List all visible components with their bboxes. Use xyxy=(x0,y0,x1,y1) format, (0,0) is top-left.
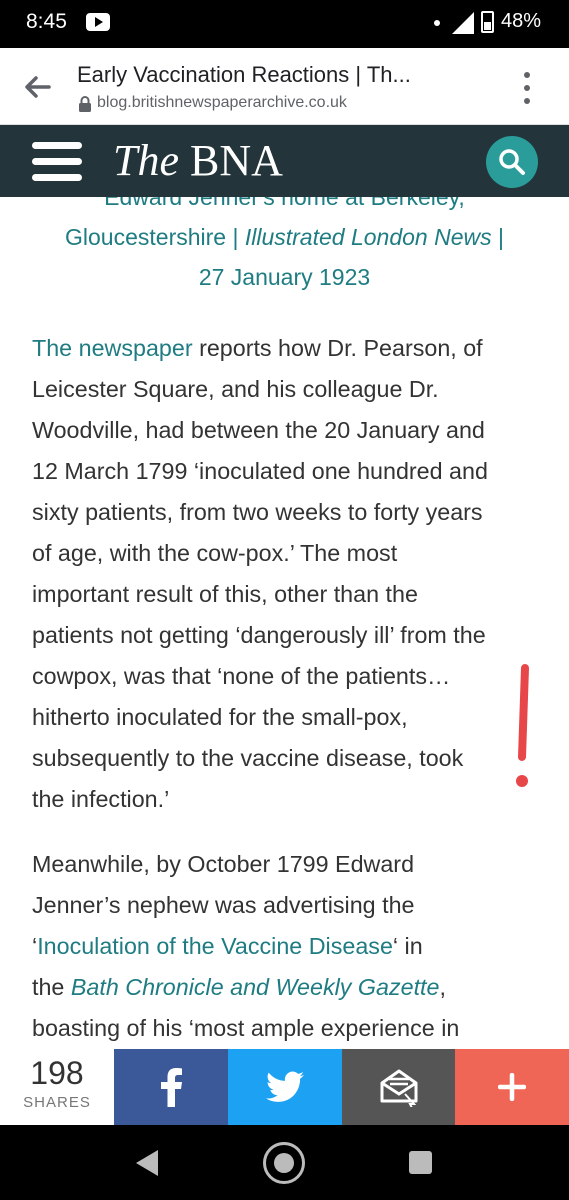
paragraph-text: the xyxy=(32,974,71,1000)
battery-percent: 48% xyxy=(501,10,542,32)
logo-the: The xyxy=(113,136,179,185)
more-share-button[interactable] xyxy=(455,1049,569,1125)
paragraph-text: 12 March 1799 ‘inoculated one hundred an… xyxy=(32,458,488,484)
search-icon xyxy=(499,149,525,175)
red-exclamation-annotation xyxy=(516,664,529,787)
inoculation-link[interactable]: Inoculation of the Vaccine Disease xyxy=(37,933,393,959)
paragraph-text: , xyxy=(439,974,446,1000)
paragraph-text: cowpox, was that ‘none of the patients… xyxy=(32,663,451,689)
hamburger-icon[interactable] xyxy=(32,141,82,181)
caption-line: Gloucestershire | Illustrated London New… xyxy=(0,217,569,257)
email-icon xyxy=(380,1069,418,1107)
twitter-icon xyxy=(266,1071,304,1102)
paragraph-text: Meanwhile, by October 1799 Edward xyxy=(32,851,415,877)
site-header: The BNA xyxy=(0,125,569,197)
paragraph-text: of age, with the cow-pox.’ The most xyxy=(32,540,398,566)
paragraph-text: reports how Dr. Pearson, of xyxy=(192,335,483,361)
article-content: Edward Jenner's home at Berkeley, Glouce… xyxy=(0,197,569,1049)
bath-chronicle-link[interactable]: Bath Chronicle and Weekly Gazette xyxy=(71,974,440,1000)
article-paragraph: The newspaper reports how Dr. Pearson, o… xyxy=(32,328,542,820)
paragraph-text: Woodville, had between the 20 January an… xyxy=(32,417,485,443)
article-paragraph: Meanwhile, by October 1799 Edward Jenner… xyxy=(32,844,542,1049)
nav-back-icon[interactable] xyxy=(136,1150,158,1176)
caption-publication: Illustrated London News xyxy=(244,224,492,250)
nav-recents-icon[interactable] xyxy=(409,1151,432,1174)
battery-icon xyxy=(481,11,494,33)
newspaper-link[interactable]: The newspaper xyxy=(32,335,193,361)
status-bar: 8:45 48% xyxy=(0,0,569,48)
share-label: SHARES xyxy=(23,1094,91,1111)
twitter-share-button[interactable] xyxy=(228,1049,342,1125)
facebook-share-button[interactable] xyxy=(114,1049,228,1125)
signal-icon xyxy=(452,12,474,34)
caption-line: Edward Jenner's home at Berkeley, xyxy=(104,197,465,210)
lock-icon xyxy=(78,96,92,112)
paragraph-text: important result of this, other than the xyxy=(32,581,418,607)
paragraph-text: patients not getting ‘dangerously ill’ f… xyxy=(32,622,486,648)
kebab-menu-icon[interactable] xyxy=(517,72,537,106)
status-time: 8:45 xyxy=(26,10,67,33)
site-logo[interactable]: The BNA xyxy=(113,135,283,186)
caption-separator: | xyxy=(491,224,504,250)
paragraph-text: Jenner’s nephew was advertising the xyxy=(32,892,415,918)
share-count: 198 xyxy=(30,1055,84,1091)
paragraph-text: subsequently to the vaccine disease, too… xyxy=(32,745,464,771)
caption-place: Gloucestershire | xyxy=(65,224,245,250)
paragraph-text: the infection.’ xyxy=(32,786,170,812)
share-bar: 198 SHARES xyxy=(0,1049,569,1125)
plus-icon xyxy=(498,1073,526,1101)
page-title[interactable]: Early Vaccination Reactions | Th... xyxy=(77,62,411,88)
url-text[interactable]: blog.britishnewspaperarchive.co.uk xyxy=(97,94,347,112)
nav-home-icon[interactable] xyxy=(263,1142,305,1184)
paragraph-text: Leicester Square, and his colleague Dr. xyxy=(32,376,439,402)
paragraph-text: ‘ in xyxy=(392,933,423,959)
caption-date: 27 January 1923 xyxy=(198,264,371,290)
youtube-notification-icon xyxy=(86,13,110,31)
image-caption: Edward Jenner's home at Berkeley, Glouce… xyxy=(0,197,569,297)
browser-toolbar: Early Vaccination Reactions | Th... blog… xyxy=(0,48,569,125)
paragraph-text: hitherto inoculated for the small-pox, xyxy=(32,704,408,730)
email-share-button[interactable] xyxy=(342,1049,456,1125)
share-counter: 198 SHARES xyxy=(0,1049,114,1125)
paragraph-text: sixty patients, from two weeks to forty … xyxy=(32,499,483,525)
paragraph-text: boasting of his ‘most ample experience i… xyxy=(32,1015,460,1041)
facebook-icon xyxy=(161,1068,182,1107)
logo-bna: BNA xyxy=(190,136,283,185)
back-arrow-icon[interactable] xyxy=(22,72,52,102)
search-button[interactable] xyxy=(486,136,538,188)
notification-dot-icon xyxy=(434,20,440,26)
system-nav-bar xyxy=(0,1125,569,1200)
